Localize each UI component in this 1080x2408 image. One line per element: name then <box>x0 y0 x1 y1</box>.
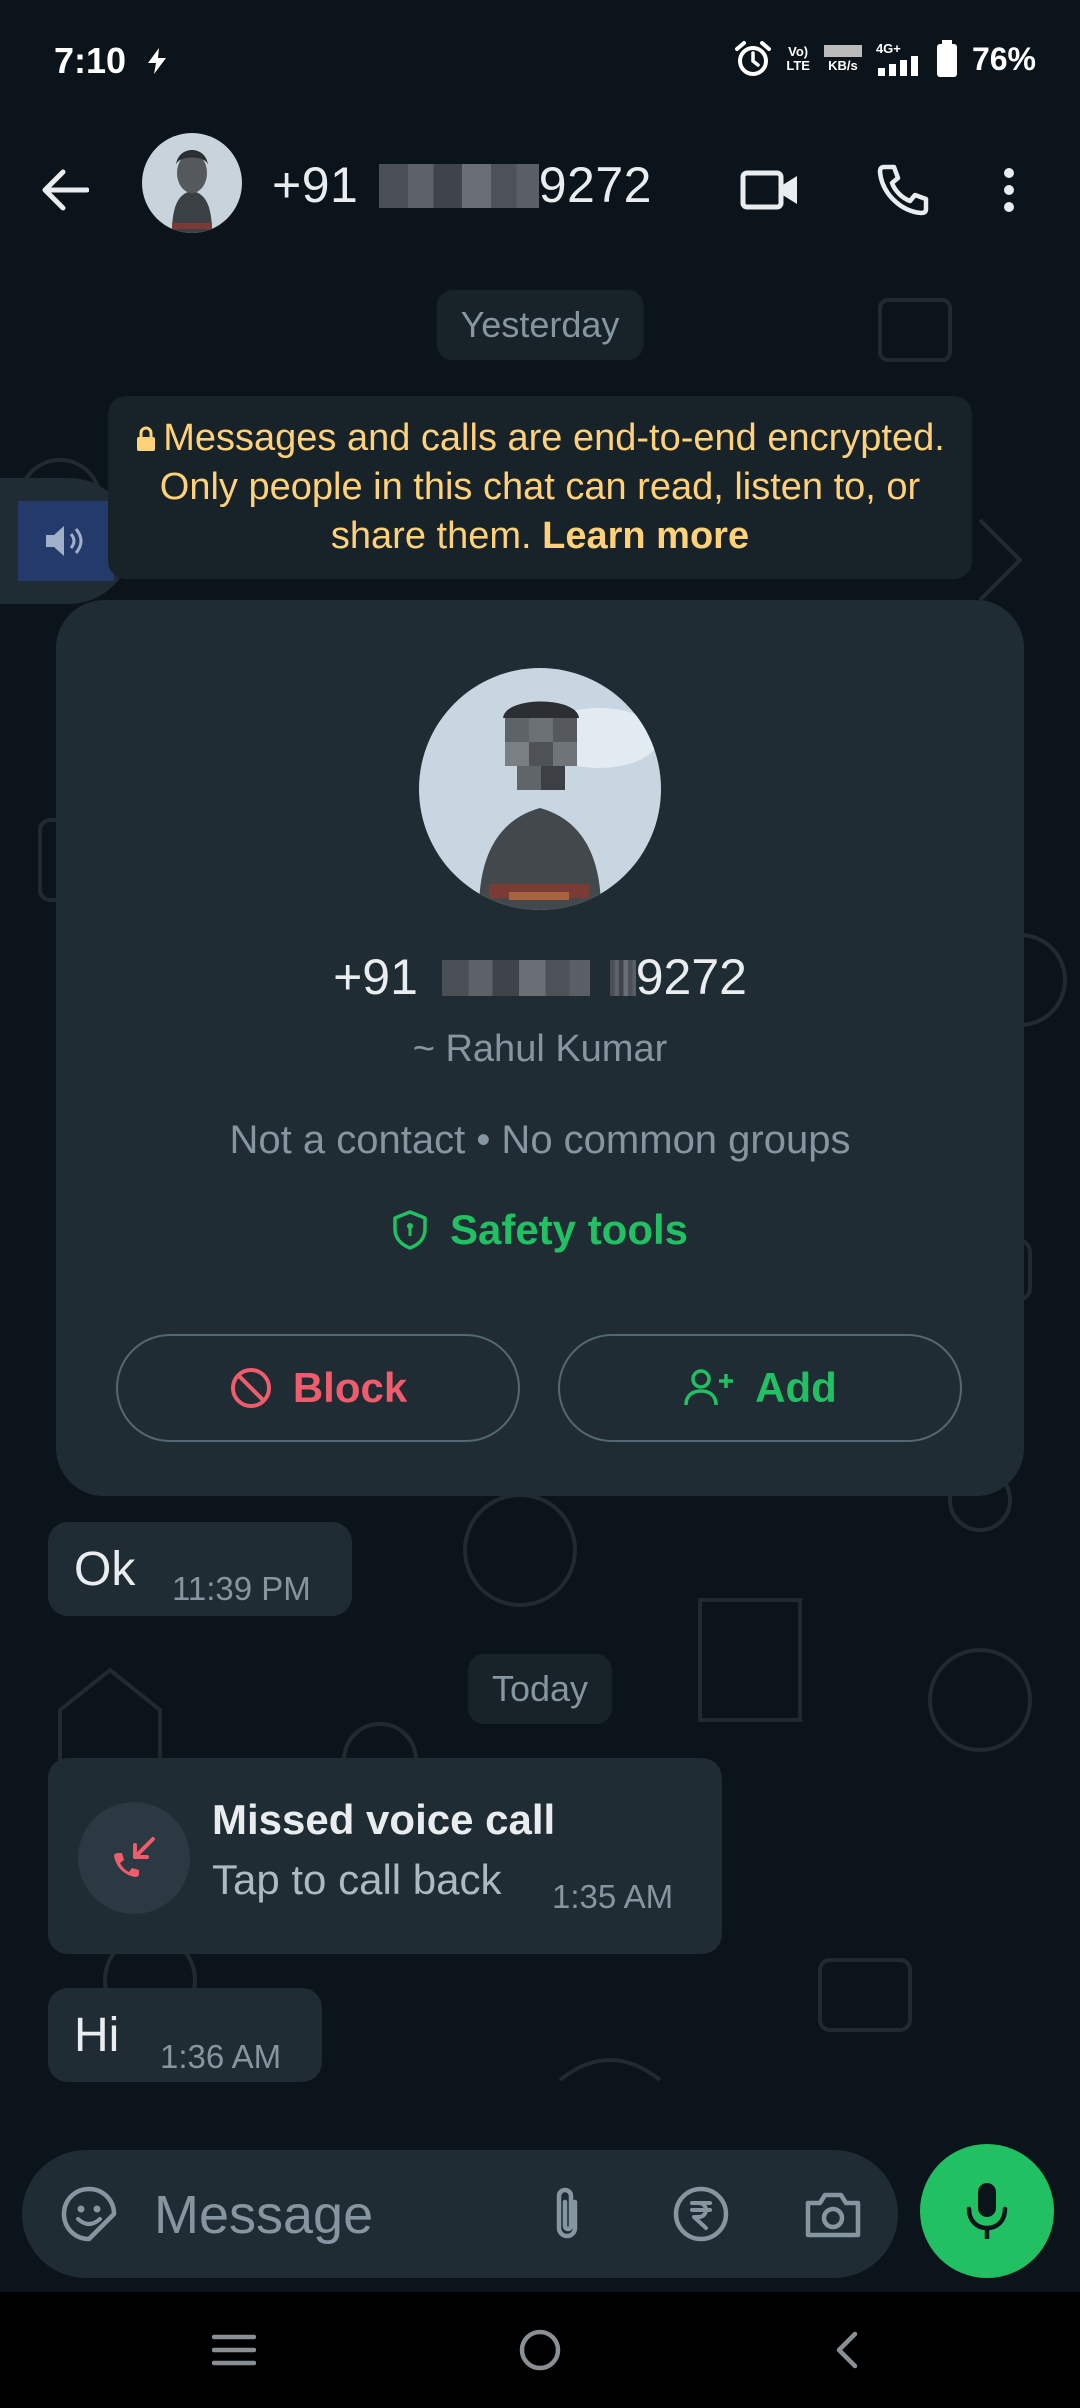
person-add-icon <box>684 1369 734 1406</box>
block-button[interactable]: Block <box>116 1334 520 1442</box>
chat-area[interactable]: Yesterday Messages and calls are end-to-… <box>0 260 1080 2130</box>
battery-percent: 76% <box>971 40 1036 77</box>
sticker-emoji-icon <box>61 2186 117 2242</box>
more-options-button[interactable] <box>984 155 1034 225</box>
message-bubble[interactable]: Hi 1:36 AM <box>48 1988 322 2082</box>
mic-icon <box>966 2183 1008 2239</box>
contact-info-card: +91 9272 ~ Rahul Kumar Not a contact • N… <box>56 600 1024 1496</box>
charging-bolt-icon <box>148 48 166 74</box>
camera-icon <box>805 2192 861 2238</box>
lock-icon <box>137 426 156 451</box>
payment-button[interactable] <box>666 2179 736 2249</box>
message-input[interactable]: Message <box>154 2184 373 2246</box>
missed-call-subtitle: Tap to call back <box>212 1856 502 1903</box>
volte-indicator: Vo) LTE <box>786 44 810 73</box>
signal-indicator: 4G+ <box>876 42 922 76</box>
rupee-icon <box>673 2186 729 2242</box>
card-contact-name: ~ Rahul Kumar <box>412 1028 668 1070</box>
date-chip-today: Today <box>467 1654 613 1724</box>
card-contact-meta: Not a contact • No common groups <box>229 1118 851 1162</box>
videocam-icon <box>740 170 797 210</box>
phone-icon <box>877 164 929 216</box>
arrow-back-icon <box>42 169 89 211</box>
missed-call-icon-wrap <box>78 1802 190 1914</box>
chevron-left-icon <box>836 2331 858 2369</box>
add-label: Add <box>755 1364 837 1411</box>
safety-tools-label: Safety tools <box>449 1206 689 1253</box>
status-icons: Vo) LTE KB/s 4G+ 76% <box>734 40 1036 78</box>
message-time: 1:36 AM <box>160 2038 282 2075</box>
block-label: Block <box>292 1364 408 1411</box>
card-avatar[interactable] <box>419 668 661 910</box>
contact-phone-title[interactable]: +91 9272 <box>272 156 652 214</box>
voice-call-button[interactable] <box>868 155 938 225</box>
speed-value-blurred <box>823 45 862 57</box>
message-time: 1:35 AM <box>552 1878 674 1915</box>
status-time: 7:10 <box>54 40 127 81</box>
redacted-digits <box>378 163 539 208</box>
message-text: Hi <box>74 2009 120 2062</box>
system-nav-bar <box>0 2292 1080 2408</box>
missed-call-icon <box>114 1837 155 1877</box>
avatar-image <box>419 668 661 910</box>
date-chip-yesterday: Yesterday <box>436 290 644 360</box>
home-circle-icon <box>519 2329 561 2371</box>
block-icon <box>230 1368 271 1408</box>
missed-call-bubble[interactable]: Missed voice call Tap to call back 1:35 … <box>48 1758 722 1954</box>
chat-header: +91 9272 <box>0 130 1080 260</box>
system-back-button[interactable] <box>816 2320 876 2380</box>
learn-more-link[interactable]: Learn more <box>542 515 749 557</box>
voice-message-button[interactable] <box>920 2144 1054 2278</box>
message-text: Ok <box>74 1543 136 1596</box>
battery-icon <box>936 40 957 77</box>
contact-avatar[interactable] <box>142 133 242 233</box>
avatar-image <box>142 133 242 233</box>
status-bar: 7:10 Vo) LTE KB/s 4G+ 76% <box>0 0 1080 130</box>
back-button[interactable] <box>30 155 100 225</box>
message-bubble[interactable]: Ok 11:39 PM <box>48 1522 352 1616</box>
attach-button[interactable] <box>532 2179 602 2249</box>
add-contact-button[interactable]: Add <box>558 1334 962 1442</box>
redacted-digits <box>609 959 636 996</box>
card-phone-number: +91 9272 <box>333 949 747 1005</box>
recent-apps-button[interactable] <box>204 2320 264 2380</box>
speed-indicator: KB/s <box>823 45 862 73</box>
sticker-button[interactable] <box>54 2179 124 2249</box>
home-button[interactable] <box>510 2320 570 2380</box>
shield-icon <box>393 1210 427 1250</box>
speaker-mute-icon <box>46 526 83 556</box>
encryption-notice[interactable]: Messages and calls are end-to-end encryp… <box>108 396 972 579</box>
paperclip-icon <box>556 2187 578 2239</box>
alarm-icon <box>735 41 772 76</box>
video-call-button[interactable] <box>735 155 805 225</box>
message-time: 11:39 PM <box>172 1570 311 1607</box>
missed-call-title: Missed voice call <box>212 1796 556 1843</box>
redacted-digits <box>441 959 590 996</box>
camera-button[interactable] <box>798 2179 868 2249</box>
menu-icon <box>212 2334 256 2366</box>
more-vert-icon <box>1004 168 1014 212</box>
signal-icon <box>877 56 918 76</box>
safety-tools-link[interactable]: Safety tools <box>56 1206 1024 1254</box>
message-composer: Message <box>22 2150 898 2278</box>
